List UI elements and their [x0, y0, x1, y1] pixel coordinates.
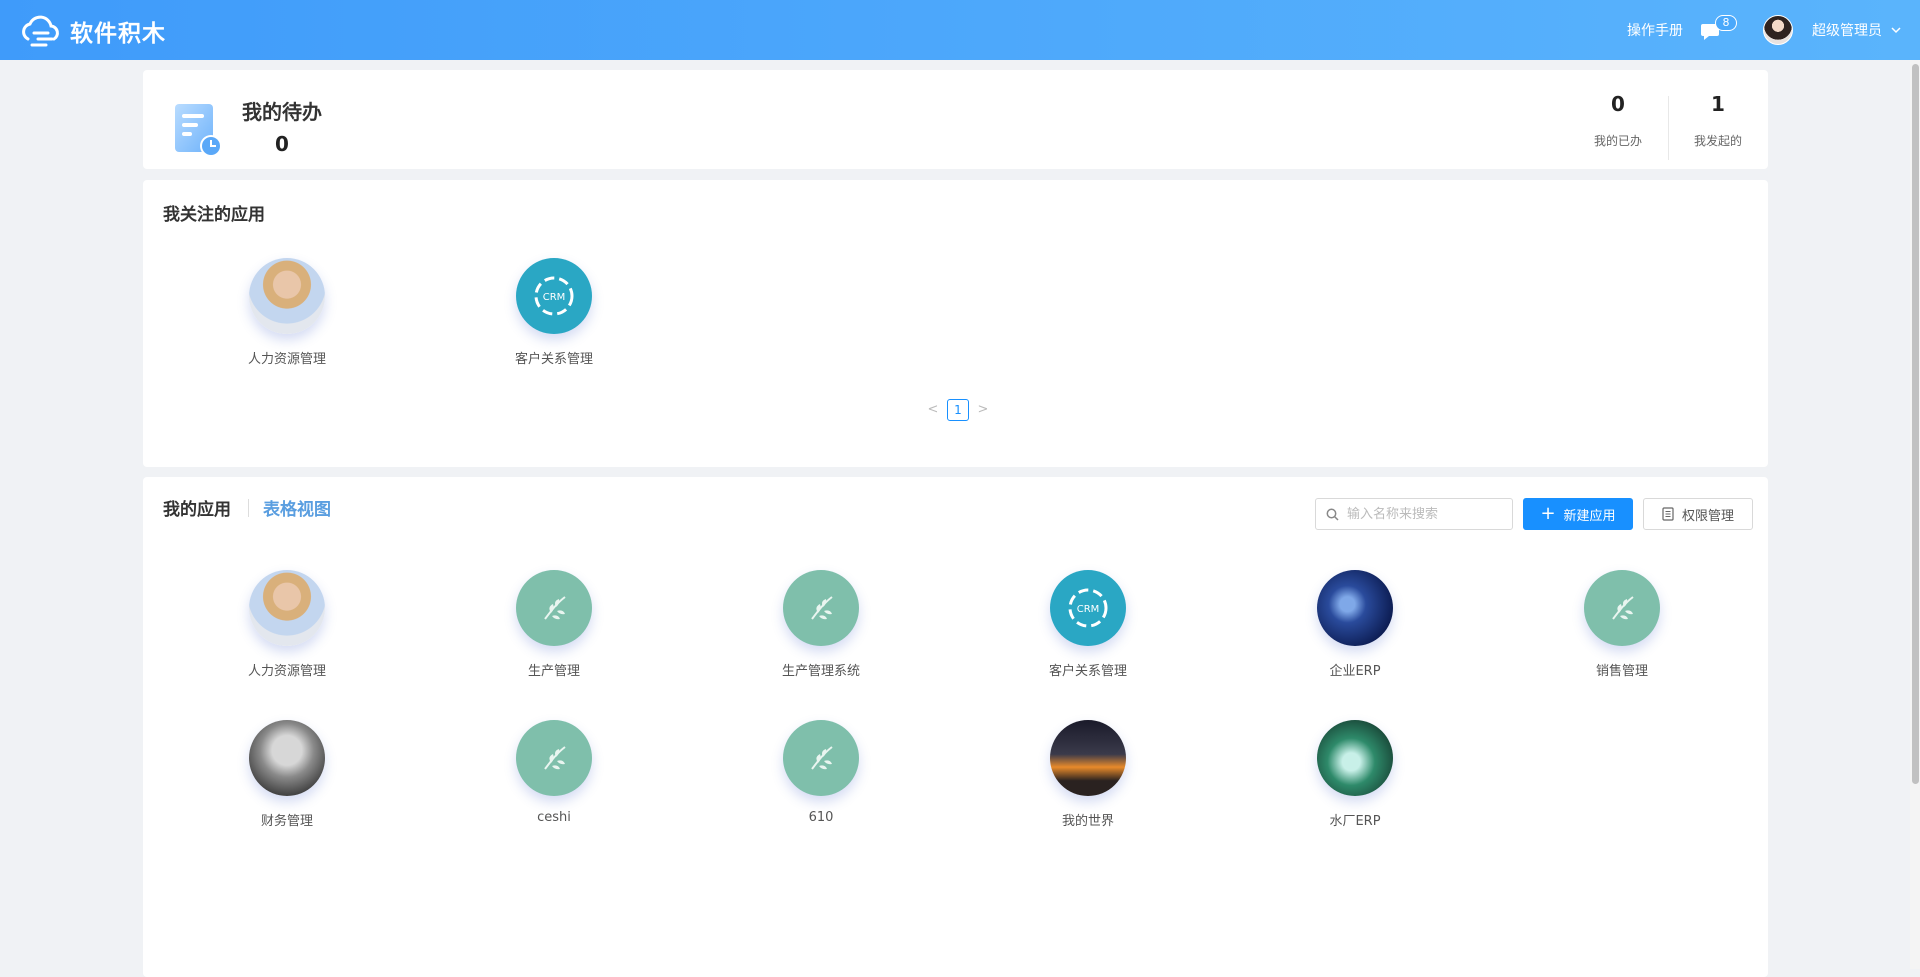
logo[interactable]: 软件积木 [18, 13, 166, 49]
hr-photo-icon [249, 570, 325, 646]
finance-photo-icon [249, 720, 325, 796]
crm-icon: CRM [1050, 570, 1126, 646]
fav-app-item[interactable]: 人力资源管理 [207, 258, 367, 367]
app-item[interactable]: 企业ERP [1275, 570, 1435, 679]
app-label: 客户关系管理 [514, 352, 593, 367]
crm-icon: CRM [516, 258, 592, 334]
app-label: 我的世界 [1061, 814, 1114, 829]
app-item[interactable]: 生产管理系统 [741, 570, 901, 679]
leaf-icon [1584, 570, 1660, 646]
app-label: 人力资源管理 [247, 352, 326, 367]
leaf-icon [516, 570, 592, 646]
permission-button[interactable]: 权限管理 [1643, 498, 1753, 530]
todo-document-icon [175, 104, 222, 157]
stat-started[interactable]: 1 我发起的 [1663, 92, 1773, 149]
app-label: 人力资源管理 [247, 664, 326, 679]
user-name[interactable]: 超级管理员 [1812, 20, 1882, 40]
leaf-icon [516, 720, 592, 796]
new-app-label: 新建应用 [1563, 508, 1616, 524]
fav-app-item[interactable]: CRM 客户关系管理 [474, 258, 634, 367]
cloud-logo-icon [22, 15, 59, 47]
new-app-button[interactable]: + 新建应用 [1523, 498, 1633, 530]
todo-title: 我的待办 [242, 100, 322, 124]
pagination: < 1 > [923, 399, 993, 421]
top-header: 软件积木 操作手册 8 超级管理员 [0, 0, 1920, 60]
manual-link[interactable]: 操作手册 [1627, 20, 1683, 40]
next-page-button[interactable]: > [973, 399, 993, 421]
app-label: 水厂ERP [1329, 814, 1381, 829]
app-label: 企业ERP [1329, 664, 1381, 679]
message-button[interactable]: 8 [1697, 15, 1737, 45]
scrollbar-thumb[interactable] [1912, 64, 1919, 784]
stat-done[interactable]: 0 我的已办 [1563, 92, 1673, 149]
app-item[interactable]: 人力资源管理 [207, 570, 367, 679]
leaf-icon [783, 720, 859, 796]
logo-text: 软件积木 [70, 21, 166, 47]
leaf-icon [783, 570, 859, 646]
search-box [1315, 498, 1513, 530]
stat-started-label: 我发起的 [1693, 134, 1742, 148]
app-item[interactable]: 财务管理 [207, 720, 367, 829]
header-right: 操作手册 8 超级管理员 [1627, 0, 1902, 60]
tab-divider [248, 499, 249, 517]
hr-photo-icon [249, 258, 325, 334]
tab-table-view[interactable]: 表格视图 [263, 495, 331, 520]
favorites-title: 我关注的应用 [163, 205, 265, 225]
app-item[interactable]: 生产管理 [474, 570, 634, 679]
app-label: 610 [808, 810, 834, 825]
app-label: 生产管理系统 [781, 664, 860, 679]
erp-photo-icon [1317, 570, 1393, 646]
search-input[interactable] [1345, 505, 1495, 523]
tab-my-apps[interactable]: 我的应用 [163, 495, 231, 520]
permission-label: 权限管理 [1681, 508, 1734, 524]
plus-icon: + [1540, 503, 1556, 524]
app-item[interactable]: 水厂ERP [1275, 720, 1435, 829]
chevron-down-icon[interactable] [1890, 24, 1902, 36]
app-item[interactable]: CRM 客户关系管理 [1008, 570, 1168, 679]
app-item[interactable]: 610 [741, 720, 901, 825]
stat-started-value: 1 [1711, 92, 1725, 116]
app-item[interactable]: 销售管理 [1542, 570, 1702, 679]
todo-count[interactable]: 0 [275, 132, 289, 156]
favorites-card: 我关注的应用 人力资源管理 CRM 客户关系管理 < 1 > [143, 180, 1768, 467]
app-item[interactable]: 我的世界 [1008, 720, 1168, 829]
svg-text:CRM: CRM [543, 292, 566, 303]
stat-done-value: 0 [1611, 92, 1625, 116]
water-photo-icon [1317, 720, 1393, 796]
app-item[interactable]: ceshi [474, 720, 634, 825]
my-apps-card: 我的应用 表格视图 + 新建应用 权限管理 人力资源管理 生产管理 [143, 477, 1768, 977]
app-label: 财务管理 [260, 814, 313, 829]
message-count-badge: 8 [1715, 15, 1737, 31]
user-avatar[interactable] [1763, 15, 1793, 45]
search-icon [1326, 508, 1339, 521]
page-number[interactable]: 1 [947, 399, 969, 421]
app-label: 生产管理 [527, 664, 580, 679]
world-photo-icon [1050, 720, 1126, 796]
app-label: 客户关系管理 [1048, 664, 1127, 679]
prev-page-button[interactable]: < [923, 399, 943, 421]
document-list-icon [1662, 507, 1674, 521]
todo-card: 我的待办 0 0 我的已办 1 我发起的 [143, 70, 1768, 169]
app-label: ceshi [537, 810, 571, 825]
svg-text:CRM: CRM [1077, 604, 1100, 615]
stat-done-label: 我的已办 [1593, 134, 1642, 148]
app-label: 销售管理 [1595, 664, 1648, 679]
